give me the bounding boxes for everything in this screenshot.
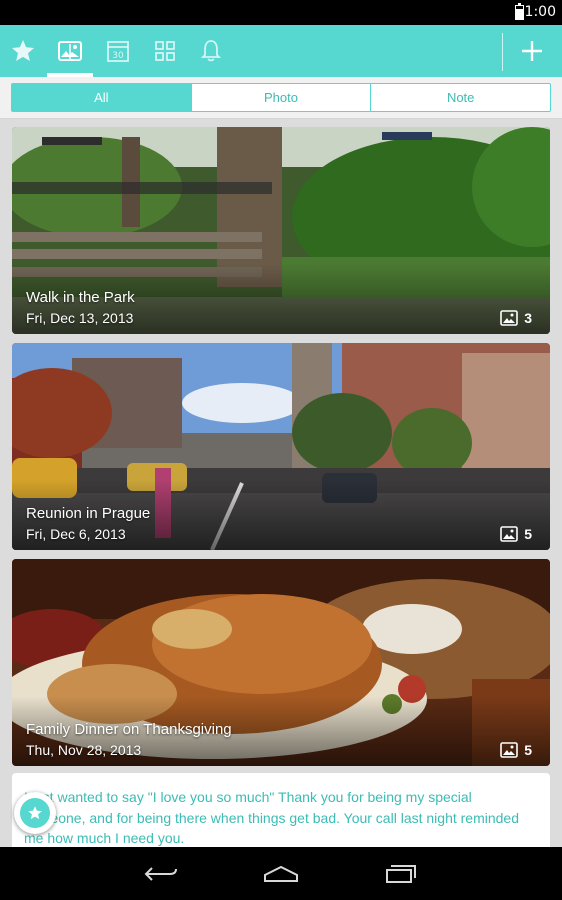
photo-count: 5 bbox=[500, 526, 532, 542]
system-nav-bar bbox=[0, 847, 562, 900]
filter-bar: All Photo Note bbox=[0, 77, 562, 119]
entry-title: Reunion in Prague bbox=[26, 505, 151, 522]
favorite-fab-button[interactable] bbox=[14, 792, 56, 834]
tab-photo[interactable]: Photo bbox=[192, 84, 372, 111]
tab-note[interactable]: Note bbox=[371, 84, 550, 111]
back-icon[interactable] bbox=[131, 847, 191, 900]
grid-icon[interactable] bbox=[142, 25, 188, 77]
entry-card[interactable]: Family Dinner on Thanksgiving Thu, Nov 2… bbox=[12, 559, 550, 766]
entry-feed[interactable]: Walk in the Park Fri, Dec 13, 2013 3 Reu… bbox=[0, 119, 562, 847]
album-icon bbox=[500, 310, 519, 326]
star-icon bbox=[20, 798, 50, 828]
svg-text:30: 30 bbox=[112, 51, 124, 61]
action-bar: 30 bbox=[0, 25, 562, 77]
star-icon[interactable] bbox=[0, 25, 46, 77]
battery-icon bbox=[515, 3, 524, 20]
add-icon[interactable] bbox=[509, 25, 555, 77]
photo-count: 3 bbox=[500, 310, 532, 326]
photo-count: 5 bbox=[500, 742, 532, 758]
note-text: I just wanted to say "I love you so much… bbox=[24, 789, 519, 846]
album-icon bbox=[500, 526, 519, 542]
note-card[interactable]: I just wanted to say "I love you so much… bbox=[12, 773, 550, 847]
entry-date: Thu, Nov 28, 2013 bbox=[26, 742, 142, 758]
entry-date: Fri, Dec 6, 2013 bbox=[26, 526, 126, 542]
photo-count-value: 3 bbox=[524, 310, 532, 326]
entry-date: Fri, Dec 13, 2013 bbox=[26, 310, 134, 326]
status-bar: 1:00 bbox=[0, 0, 562, 25]
recent-apps-icon[interactable] bbox=[371, 847, 431, 900]
home-icon[interactable] bbox=[251, 847, 311, 900]
photo-count-value: 5 bbox=[524, 526, 532, 542]
tab-all[interactable]: All bbox=[12, 84, 192, 111]
album-icon bbox=[500, 742, 519, 758]
action-bar-divider bbox=[502, 33, 503, 71]
entry-title: Family Dinner on Thanksgiving bbox=[26, 721, 232, 738]
entry-title: Walk in the Park bbox=[26, 289, 135, 306]
album-icon[interactable] bbox=[47, 25, 93, 77]
filter-tabs: All Photo Note bbox=[11, 83, 551, 112]
calendar-icon[interactable]: 30 bbox=[95, 25, 141, 77]
photo-count-value: 5 bbox=[524, 742, 532, 758]
status-time: 1:00 bbox=[524, 4, 556, 20]
bell-icon[interactable] bbox=[188, 25, 234, 77]
entry-card[interactable]: Reunion in Prague Fri, Dec 6, 2013 5 bbox=[12, 343, 550, 550]
entry-card[interactable]: Walk in the Park Fri, Dec 13, 2013 3 bbox=[12, 127, 550, 334]
